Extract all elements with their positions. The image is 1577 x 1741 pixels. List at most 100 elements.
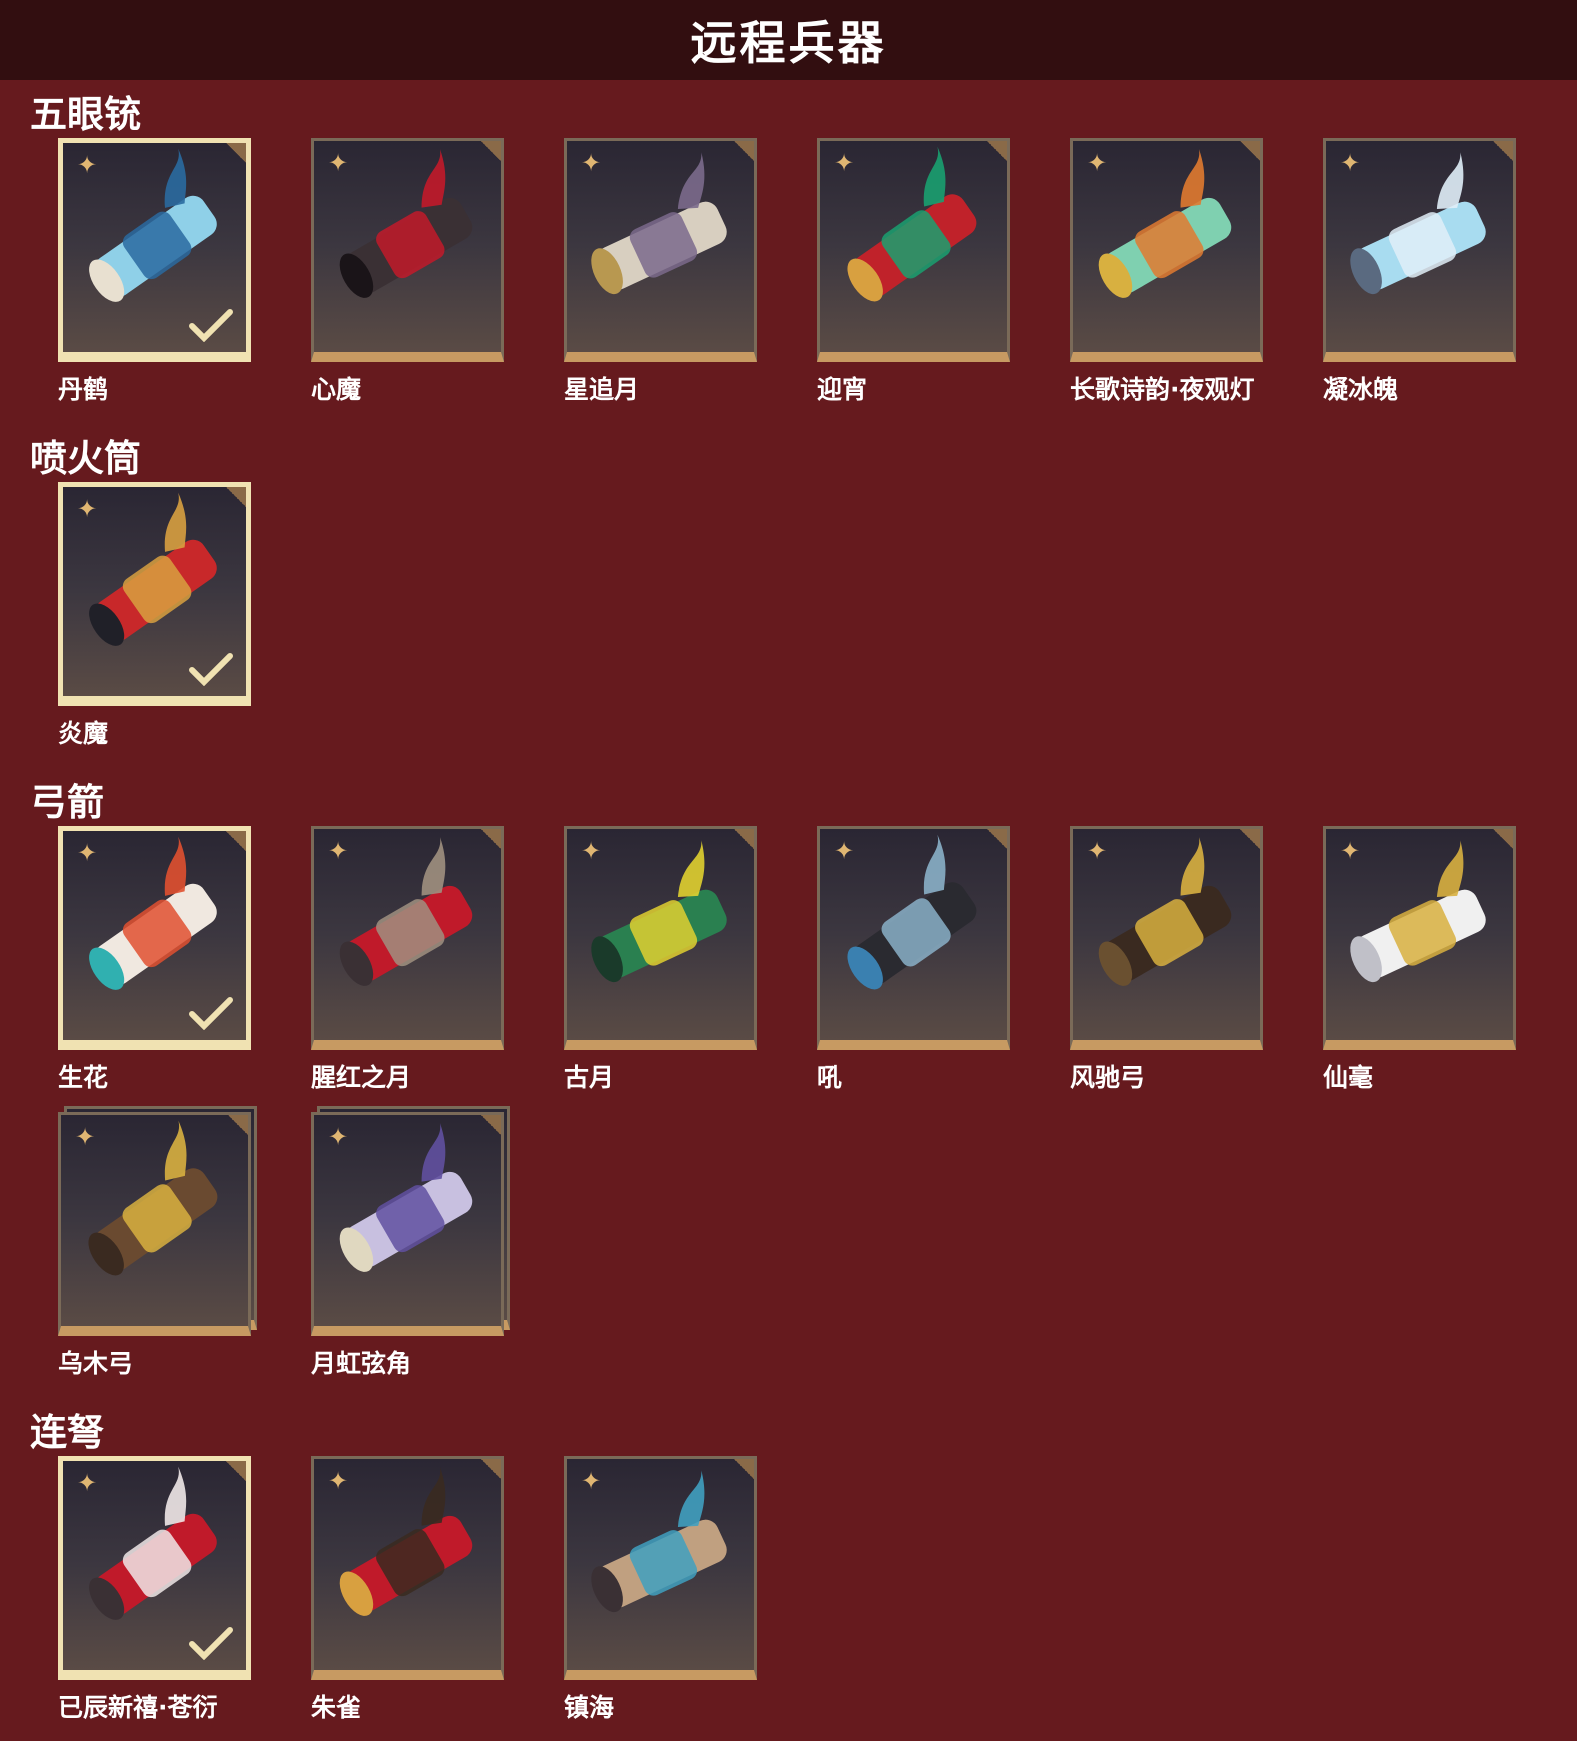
star-badge-icon: ✦ bbox=[76, 839, 98, 867]
card-frame: ✦ bbox=[1323, 826, 1516, 1050]
corner-tab bbox=[1493, 141, 1513, 161]
weapon-card[interactable]: ✦ bbox=[311, 826, 504, 1050]
weapon-name: 已辰新禧·苍衍 bbox=[58, 1693, 218, 1722]
card-frame: ✦ bbox=[58, 1112, 251, 1336]
weapon-card[interactable]: ✦ bbox=[1323, 138, 1516, 362]
star-badge-icon: ✦ bbox=[74, 1123, 96, 1151]
weapon-name: 仙毫 bbox=[1323, 1063, 1374, 1092]
card-frame: ✦ bbox=[311, 826, 504, 1050]
card-frame: ✦ bbox=[1070, 826, 1263, 1050]
star-badge-icon: ✦ bbox=[833, 837, 855, 865]
corner-tab bbox=[226, 143, 246, 163]
corner-tab bbox=[481, 829, 501, 849]
weapon-name: 古月 bbox=[564, 1063, 615, 1092]
card-frame: ✦ bbox=[311, 1456, 504, 1680]
weapon-name: 朱雀 bbox=[311, 1693, 362, 1722]
weapon-card[interactable]: ✦ bbox=[58, 1106, 257, 1336]
corner-tab bbox=[987, 829, 1007, 849]
card-frame: ✦ bbox=[564, 826, 757, 1050]
star-badge-icon: ✦ bbox=[1086, 149, 1108, 177]
star-badge-icon: ✦ bbox=[833, 149, 855, 177]
corner-tab bbox=[226, 831, 246, 851]
star-badge-icon: ✦ bbox=[1339, 149, 1361, 177]
weapon-card[interactable]: ✦ bbox=[58, 1456, 251, 1680]
weapon-name: 生花 bbox=[58, 1063, 109, 1092]
card-frame: ✦ bbox=[1070, 138, 1263, 362]
section-title: 喷火筒 bbox=[30, 437, 141, 480]
card-frame: ✦ bbox=[58, 1456, 251, 1680]
weapon-name: 星追月 bbox=[564, 375, 640, 404]
corner-tab bbox=[734, 141, 754, 161]
weapon-name: 凝冰魄 bbox=[1323, 375, 1399, 404]
weapon-card[interactable]: ✦ bbox=[311, 1456, 504, 1680]
section-title: 五眼铳 bbox=[30, 93, 141, 136]
card-frame: ✦ bbox=[1323, 138, 1516, 362]
weapon-name: 腥红之月 bbox=[311, 1063, 412, 1092]
weapon-card[interactable]: ✦ bbox=[817, 826, 1010, 1050]
weapon-name: 长歌诗韵·夜观灯 bbox=[1070, 375, 1255, 404]
corner-tab bbox=[226, 487, 246, 507]
corner-tab bbox=[734, 1459, 754, 1479]
card-frame: ✦ bbox=[311, 1112, 504, 1336]
star-badge-icon: ✦ bbox=[76, 495, 98, 523]
star-badge-icon: ✦ bbox=[580, 837, 602, 865]
star-badge-icon: ✦ bbox=[327, 837, 349, 865]
card-frame: ✦ bbox=[58, 826, 251, 1050]
weapon-name: 镇海 bbox=[564, 1693, 615, 1722]
weapon-name: 月虹弦角 bbox=[311, 1349, 412, 1378]
corner-tab bbox=[226, 1461, 246, 1481]
star-badge-icon: ✦ bbox=[580, 1467, 602, 1495]
star-badge-icon: ✦ bbox=[1086, 837, 1108, 865]
star-badge-icon: ✦ bbox=[327, 1123, 349, 1151]
page-title: 远程兵器 bbox=[690, 16, 887, 70]
card-frame: ✦ bbox=[58, 138, 251, 362]
card-frame: ✦ bbox=[311, 138, 504, 362]
weapon-name: 乌木弓 bbox=[58, 1349, 134, 1378]
weapon-name: 风驰弓 bbox=[1070, 1063, 1146, 1092]
star-badge-icon: ✦ bbox=[76, 151, 98, 179]
card-frame: ✦ bbox=[564, 138, 757, 362]
weapon-card[interactable]: ✦ bbox=[1070, 138, 1263, 362]
weapon-name: 心魔 bbox=[311, 375, 362, 404]
weapon-card[interactable]: ✦ bbox=[564, 826, 757, 1050]
star-badge-icon: ✦ bbox=[327, 1467, 349, 1495]
weapon-card[interactable]: ✦ bbox=[311, 138, 504, 362]
card-frame: ✦ bbox=[817, 826, 1010, 1050]
star-badge-icon: ✦ bbox=[327, 149, 349, 177]
weapon-card[interactable]: ✦ bbox=[564, 138, 757, 362]
checkmark-icon bbox=[189, 653, 233, 686]
header-bar: 远程兵器 bbox=[0, 0, 1577, 80]
corner-tab bbox=[1493, 829, 1513, 849]
corner-tab bbox=[481, 141, 501, 161]
card-frame: ✦ bbox=[58, 482, 251, 706]
weapon-card[interactable]: ✦ bbox=[58, 826, 251, 1050]
checkmark-icon bbox=[189, 309, 233, 342]
weapon-name: 吼 bbox=[817, 1063, 843, 1092]
corner-tab bbox=[1240, 829, 1260, 849]
weapon-name: 炎魔 bbox=[58, 719, 109, 748]
weapon-card[interactable]: ✦ bbox=[817, 138, 1010, 362]
corner-tab bbox=[481, 1459, 501, 1479]
weapon-card[interactable]: ✦ bbox=[1070, 826, 1263, 1050]
star-badge-icon: ✦ bbox=[580, 149, 602, 177]
corner-tab bbox=[1240, 141, 1260, 161]
checkmark-icon bbox=[189, 1627, 233, 1660]
section-title: 连弩 bbox=[30, 1411, 104, 1454]
checkmark-icon bbox=[189, 997, 233, 1030]
weapon-card[interactable]: ✦ bbox=[311, 1106, 510, 1336]
star-badge-icon: ✦ bbox=[1339, 837, 1361, 865]
weapon-name: 丹鹤 bbox=[58, 375, 109, 404]
weapon-card[interactable]: ✦ bbox=[58, 138, 251, 362]
corner-tab bbox=[734, 829, 754, 849]
corner-tab bbox=[987, 141, 1007, 161]
corner-tab bbox=[228, 1115, 248, 1135]
weapon-name: 迎宵 bbox=[817, 375, 868, 404]
weapon-card[interactable]: ✦ bbox=[1323, 826, 1516, 1050]
star-badge-icon: ✦ bbox=[76, 1469, 98, 1497]
section-title: 弓箭 bbox=[30, 781, 104, 824]
card-frame: ✦ bbox=[564, 1456, 757, 1680]
weapon-card[interactable]: ✦ bbox=[58, 482, 251, 706]
weapon-card[interactable]: ✦ bbox=[564, 1456, 757, 1680]
card-frame: ✦ bbox=[817, 138, 1010, 362]
corner-tab bbox=[481, 1115, 501, 1135]
